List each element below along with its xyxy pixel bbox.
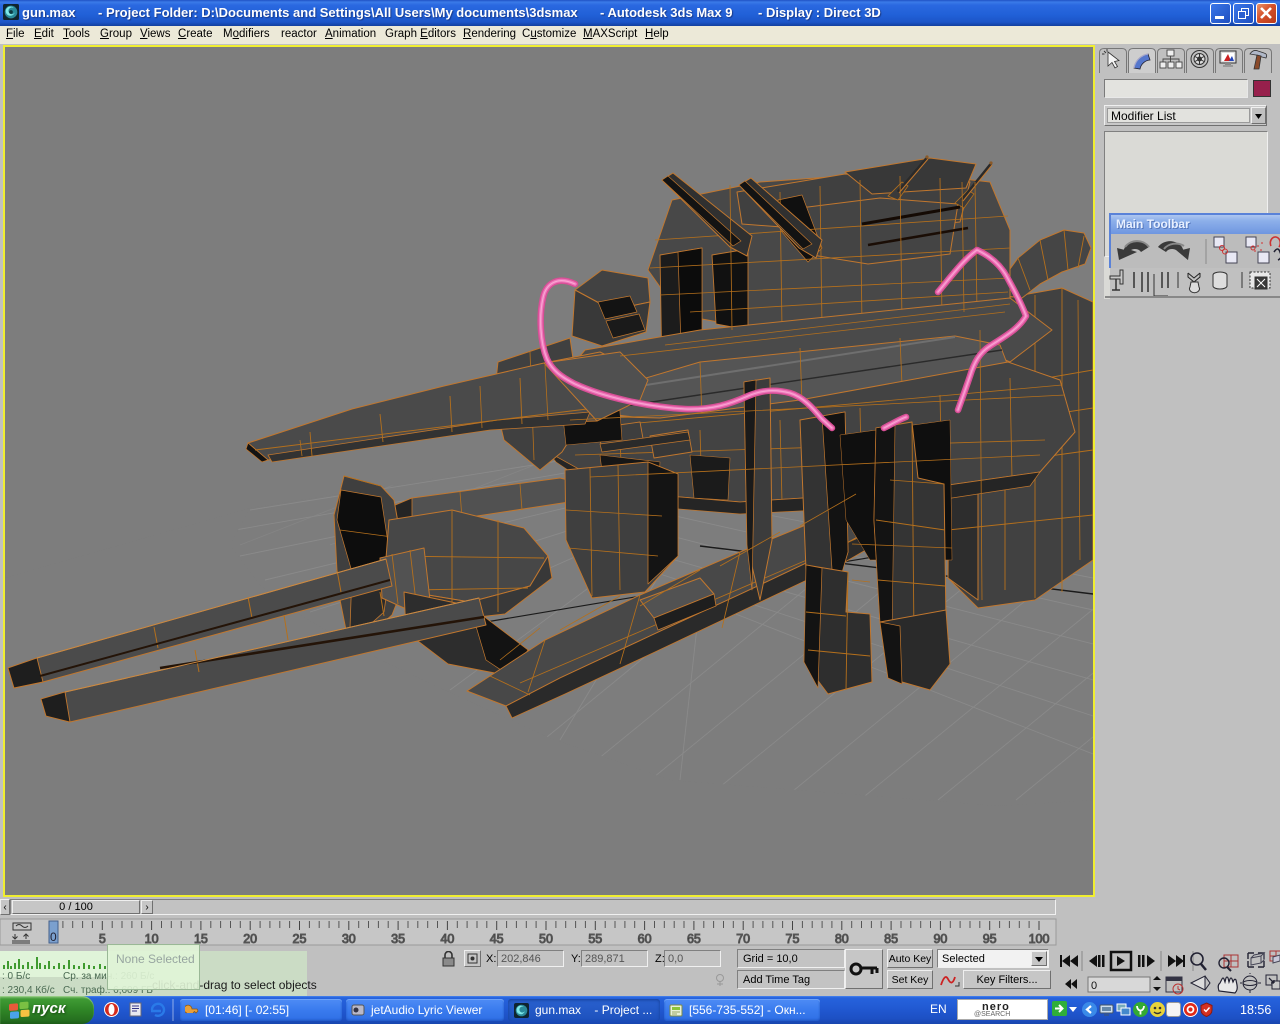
svg-text:45: 45 xyxy=(490,932,504,946)
svg-text:40: 40 xyxy=(440,932,454,946)
svg-text:65: 65 xyxy=(687,932,701,946)
svg-text:0: 0 xyxy=(50,930,57,944)
svg-text:90: 90 xyxy=(933,932,947,946)
svg-text:55: 55 xyxy=(588,932,602,946)
svg-text:5: 5 xyxy=(99,932,106,946)
svg-text:50: 50 xyxy=(539,932,553,946)
svg-text:0: 0 xyxy=(1091,980,1097,992)
svg-text:75: 75 xyxy=(786,932,800,946)
svg-text:20: 20 xyxy=(243,932,257,946)
svg-text:25: 25 xyxy=(293,932,307,946)
svg-text:85: 85 xyxy=(884,932,898,946)
svg-text:: 230,4 Кб/с: : 230,4 Кб/с xyxy=(2,984,55,996)
svg-text:70: 70 xyxy=(736,932,750,946)
svg-text:100: 100 xyxy=(1029,932,1050,946)
svg-text:60: 60 xyxy=(638,932,652,946)
svg-text:35: 35 xyxy=(391,932,405,946)
svg-text:30: 30 xyxy=(342,932,356,946)
svg-text:80: 80 xyxy=(835,932,849,946)
svg-text:: 0 Б/с: : 0 Б/с xyxy=(2,971,30,982)
svg-text:95: 95 xyxy=(983,932,997,946)
